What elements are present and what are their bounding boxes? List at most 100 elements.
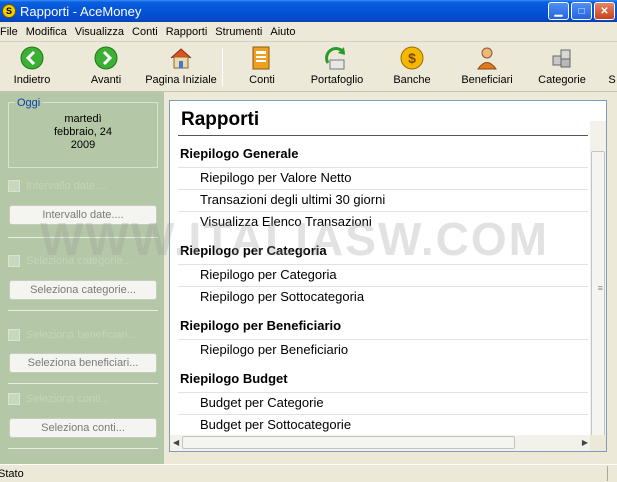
today-caption: Oggi <box>15 97 43 109</box>
back-button[interactable]: Indietro <box>0 45 72 86</box>
status-bar: Stato <box>0 464 617 482</box>
horizontal-scroll-thumb[interactable] <box>182 436 515 449</box>
menu-strumenti[interactable]: Strumenti <box>211 26 266 38</box>
menu-file[interactable]: File <box>0 26 22 38</box>
vertical-scrollbar[interactable]: ≡ <box>590 121 606 439</box>
row-divider <box>178 339 588 340</box>
report-link[interactable]: Riepilogo per Beneficiario <box>200 342 348 357</box>
section-heading: Riepilogo per Beneficiario <box>180 318 342 333</box>
select-payees-button[interactable]: Seleziona beneficiari... <box>9 353 157 373</box>
minimize-icon[interactable]: ▁ <box>548 2 569 20</box>
select-categories-button[interactable]: Seleziona categorie... <box>9 280 157 300</box>
filter-divider <box>8 237 158 238</box>
account-filter-row: Seleziona conti... <box>8 393 110 405</box>
categories-boxes-icon <box>549 45 575 71</box>
date-filter-row: Intervallo date.... <box>8 180 107 192</box>
accounts-book-icon <box>249 45 275 71</box>
svg-text:$: $ <box>408 50 416 66</box>
filter-divider <box>8 448 158 449</box>
filter-divider <box>8 383 158 384</box>
menu-conti[interactable]: Conti <box>128 26 162 38</box>
section-heading: Riepilogo per Categoria <box>180 243 327 258</box>
home-label: Pagina Iniziale <box>145 74 217 86</box>
close-icon[interactable]: ✕ <box>594 2 615 20</box>
title-bar: S Rapporti - AceMoney ▁ □ ✕ <box>0 0 617 22</box>
scroll-right-icon[interactable]: ▶ <box>582 438 588 447</box>
account-filter-label: Seleziona conti... <box>26 393 110 405</box>
scroll-corner <box>590 435 606 451</box>
category-filter-row: Seleziona categorie... <box>8 255 132 267</box>
report-list: Rapporti Riepilogo Generale Riepilogo pe… <box>169 100 607 452</box>
payees-label: Beneficiari <box>461 74 513 86</box>
more-toolbar-icon <box>599 45 617 71</box>
section-heading: Riepilogo Budget <box>180 371 288 386</box>
payee-filter-checkbox[interactable] <box>8 329 20 341</box>
forward-label: Avanti <box>90 74 122 86</box>
app-icon[interactable]: S <box>2 4 16 18</box>
more-toolbar-label: S <box>608 74 616 86</box>
banks-button[interactable]: $ Banche <box>372 45 452 86</box>
forward-button[interactable]: Avanti <box>66 45 146 86</box>
vertical-scroll-thumb[interactable] <box>591 151 605 439</box>
row-divider <box>178 414 588 415</box>
scroll-grip-icon: ≡ <box>597 283 603 293</box>
menu-visualizza[interactable]: Visualizza <box>71 26 128 38</box>
window-controls: ▁ □ ✕ <box>548 2 615 20</box>
horizontal-scrollbar[interactable]: ◀ ▶ <box>170 435 591 451</box>
date-filter-checkbox[interactable] <box>8 180 20 192</box>
section-heading: Riepilogo Generale <box>180 146 299 161</box>
row-divider <box>178 392 588 393</box>
title-divider <box>178 135 588 136</box>
category-filter-checkbox[interactable] <box>8 255 20 267</box>
categories-label: Categorie <box>538 74 586 86</box>
row-divider <box>178 211 588 212</box>
home-icon <box>168 45 194 71</box>
today-year: 2009 <box>70 139 96 151</box>
portfolio-icon <box>324 45 350 71</box>
portfolio-label: Portafoglio <box>310 74 364 86</box>
row-divider <box>178 189 588 190</box>
payee-filter-label: Seleziona beneficiari... <box>26 329 137 341</box>
menu-aiuto[interactable]: Aiuto <box>266 26 299 38</box>
menu-bar: File Modifica Visualizza Conti Rapporti … <box>0 22 617 42</box>
back-label: Indietro <box>13 74 51 86</box>
portfolio-button[interactable]: Portafoglio <box>297 45 377 86</box>
accounts-button[interactable]: Conti <box>222 45 302 86</box>
today-date: martedì febbraio, 24 2009 <box>9 113 157 152</box>
back-arrow-icon <box>19 45 45 71</box>
window-title: Rapporti - AceMoney <box>20 3 142 19</box>
status-text: Stato <box>0 467 24 480</box>
menu-rapporti[interactable]: Rapporti <box>162 26 212 38</box>
today-weekday: martedì <box>64 113 102 125</box>
report-link[interactable]: Budget per Categorie <box>200 395 324 410</box>
account-filter-checkbox[interactable] <box>8 393 20 405</box>
report-link[interactable]: Visualizza Elenco Transazioni <box>200 214 372 229</box>
scroll-left-icon[interactable]: ◀ <box>173 438 179 447</box>
row-divider <box>178 286 588 287</box>
accounts-label: Conti <box>249 74 275 86</box>
more-toolbar-button[interactable]: S <box>597 45 617 86</box>
select-accounts-button[interactable]: Seleziona conti... <box>9 418 157 438</box>
report-link[interactable]: Riepilogo per Valore Netto <box>200 170 352 185</box>
today-day: febbraio, 24 <box>53 126 113 138</box>
today-box: Oggi martedì febbraio, 24 2009 <box>8 97 158 168</box>
categories-button[interactable]: Categorie <box>522 45 602 86</box>
menu-modifica[interactable]: Modifica <box>22 26 71 38</box>
maximize-icon[interactable]: □ <box>571 2 592 20</box>
filter-divider <box>8 310 158 311</box>
toolbar: Indietro Avanti Pagina Iniziale Conti Po… <box>0 42 617 92</box>
report-link[interactable]: Transazioni degli ultimi 30 giorni <box>200 192 385 207</box>
payee-person-icon <box>474 45 500 71</box>
report-link[interactable]: Riepilogo per Categoria <box>200 267 337 282</box>
date-range-button[interactable]: Intervallo date.... <box>9 205 157 225</box>
category-filter-label: Seleziona categorie... <box>26 255 132 267</box>
date-filter-label: Intervallo date.... <box>26 180 108 192</box>
report-link[interactable]: Budget per Sottocategorie <box>200 417 351 432</box>
payee-filter-row: Seleziona beneficiari... <box>8 329 137 341</box>
row-divider <box>178 167 588 168</box>
payees-button[interactable]: Beneficiari <box>447 45 527 86</box>
report-link[interactable]: Riepilogo per Sottocategoria <box>200 289 364 304</box>
home-button[interactable]: Pagina Iniziale <box>141 45 221 86</box>
page-title: Rapporti <box>181 109 260 130</box>
status-pane <box>607 466 615 481</box>
